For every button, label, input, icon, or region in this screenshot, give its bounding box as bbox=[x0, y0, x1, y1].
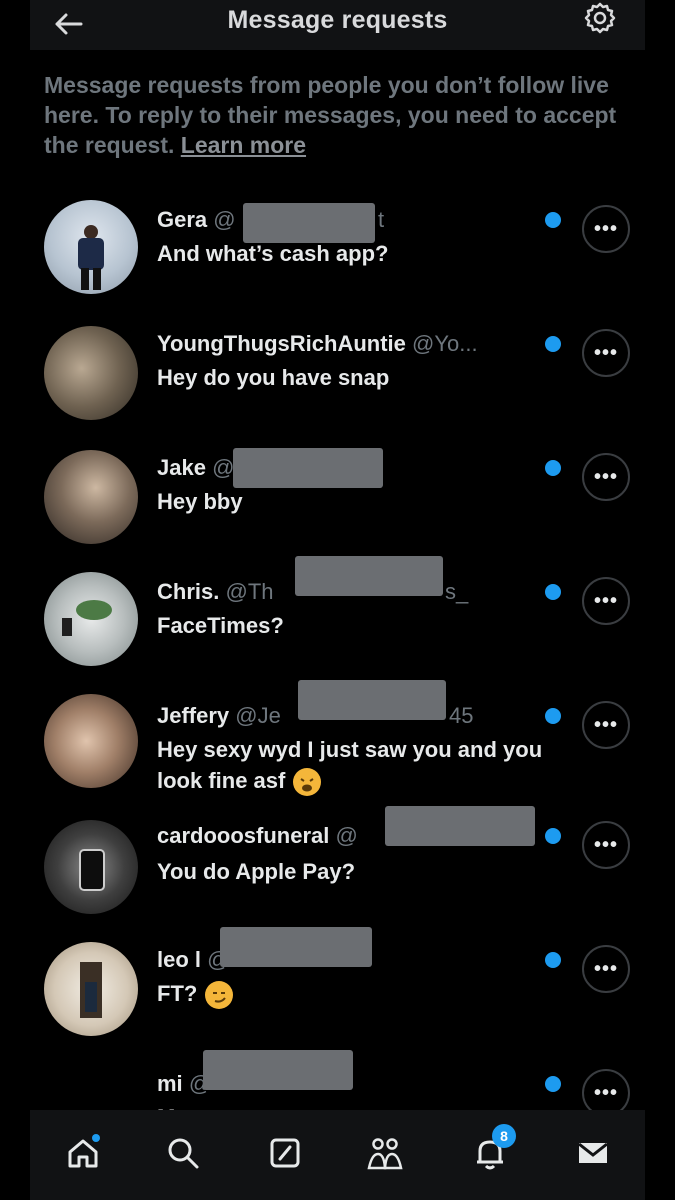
sender-name: Gera bbox=[157, 207, 208, 232]
notification-badge: 8 bbox=[492, 1124, 516, 1148]
home-notification-dot bbox=[92, 1134, 100, 1142]
requests-info-text: Message requests from people you don’t f… bbox=[44, 72, 617, 158]
list-item[interactable]: Jake @ Hey bby ••• bbox=[0, 438, 675, 562]
more-options-button[interactable]: ••• bbox=[582, 821, 630, 869]
message-preview: Hey bby bbox=[157, 489, 243, 514]
more-icon: ••• bbox=[593, 341, 618, 364]
sender-name: mi bbox=[157, 1071, 183, 1096]
more-options-button[interactable]: ••• bbox=[582, 701, 630, 749]
more-icon: ••• bbox=[593, 465, 618, 488]
unread-dot bbox=[545, 336, 561, 352]
avatar[interactable] bbox=[44, 450, 138, 544]
more-icon: ••• bbox=[593, 833, 618, 856]
unread-dot bbox=[545, 212, 561, 228]
sender-handle: @ bbox=[335, 823, 358, 848]
request-header: cardooosfuneral @ bbox=[157, 823, 358, 849]
sender-handle-end: t bbox=[378, 207, 385, 232]
more-options-button[interactable]: ••• bbox=[582, 453, 630, 501]
redaction-box bbox=[298, 680, 446, 720]
unread-dot bbox=[545, 460, 561, 476]
communities-icon bbox=[367, 1138, 403, 1170]
unread-dot bbox=[545, 828, 561, 844]
message-preview: Hey sexy wyd I just saw you and you look… bbox=[157, 734, 557, 797]
sender-name: leo l bbox=[157, 947, 202, 972]
request-header: Chris. @Th bbox=[157, 579, 274, 605]
nav-messages[interactable] bbox=[568, 1128, 618, 1178]
top-bar: Message requests bbox=[30, 0, 645, 50]
sender-name: Jeffery bbox=[157, 703, 230, 728]
message-preview: And what’s cash app? bbox=[157, 241, 389, 266]
nav-communities[interactable] bbox=[360, 1128, 410, 1178]
sender-handle: @Yo... bbox=[412, 331, 478, 356]
message-text: FT? bbox=[157, 981, 198, 1006]
weary-face-emoji-icon bbox=[293, 768, 322, 797]
sender-name: cardooosfuneral bbox=[157, 823, 330, 848]
more-icon: ••• bbox=[593, 1081, 618, 1104]
compose-icon bbox=[270, 1138, 300, 1168]
avatar[interactable] bbox=[44, 942, 138, 1036]
more-options-button[interactable]: ••• bbox=[582, 945, 630, 993]
redaction-box bbox=[233, 448, 383, 488]
sender-handle-end: s_ bbox=[445, 579, 469, 604]
nav-search[interactable] bbox=[158, 1128, 208, 1178]
sender-name: YoungThugsRichAuntie bbox=[157, 331, 406, 356]
request-header: Jake @ bbox=[157, 455, 234, 481]
more-options-button[interactable]: ••• bbox=[582, 577, 630, 625]
avatar[interactable] bbox=[44, 820, 138, 914]
avatar[interactable] bbox=[44, 694, 138, 788]
list-item[interactable]: Chris. @Th s_ FaceTimes? ••• bbox=[0, 556, 675, 686]
redaction-box bbox=[220, 927, 372, 967]
avatar[interactable] bbox=[44, 200, 138, 294]
message-preview: You do Apple Pay? bbox=[157, 859, 356, 884]
more-icon: ••• bbox=[593, 589, 618, 612]
sender-handle-end: 45 bbox=[449, 703, 474, 728]
smirk-face-emoji-icon bbox=[205, 981, 234, 1010]
sender-handle: @ bbox=[212, 455, 235, 480]
list-item[interactable]: leo l @ FT? ••• bbox=[0, 927, 675, 1058]
more-icon: ••• bbox=[593, 217, 618, 240]
request-header: YoungThugsRichAuntie @Yo... bbox=[157, 331, 478, 357]
list-item[interactable]: YoungThugsRichAuntie @Yo... Hey do you h… bbox=[0, 314, 675, 438]
envelope-icon bbox=[578, 1142, 608, 1163]
request-header: Gera @ bbox=[157, 207, 236, 233]
nav-compose[interactable] bbox=[260, 1128, 310, 1178]
message-preview: FT? bbox=[157, 978, 557, 1010]
request-header: Jeffery @Je bbox=[157, 703, 281, 729]
requests-info: Message requests from people you don’t f… bbox=[44, 70, 634, 160]
redaction-box bbox=[385, 806, 535, 846]
unread-dot bbox=[545, 708, 561, 724]
redaction-box bbox=[295, 556, 443, 596]
list-item[interactable]: Gera @ t And what’s cash app? ••• bbox=[0, 190, 675, 314]
avatar[interactable] bbox=[44, 572, 138, 666]
nav-notifications[interactable]: 8 bbox=[465, 1124, 516, 1178]
gear-icon bbox=[584, 2, 616, 34]
bottom-nav: 8 bbox=[30, 1110, 645, 1200]
more-icon: ••• bbox=[593, 713, 618, 736]
search-icon bbox=[168, 1138, 199, 1169]
message-preview: Hey do you have snap bbox=[157, 365, 390, 390]
request-header: leo l @ bbox=[157, 947, 229, 973]
more-options-button[interactable]: ••• bbox=[582, 205, 630, 253]
unread-dot bbox=[545, 952, 561, 968]
learn-more-link[interactable]: Learn more bbox=[181, 132, 306, 158]
page-title: Message requests bbox=[227, 6, 448, 34]
unread-dot bbox=[545, 584, 561, 600]
list-item[interactable]: cardooosfuneral @ You do Apple Pay? ••• bbox=[0, 806, 675, 934]
sender-name: Chris. bbox=[157, 579, 220, 604]
sender-name: Jake bbox=[157, 455, 206, 480]
nav-home[interactable] bbox=[58, 1128, 108, 1178]
avatar[interactable] bbox=[44, 326, 138, 420]
message-text: Hey sexy wyd I just saw you and you look… bbox=[157, 737, 543, 793]
sender-handle: @ bbox=[213, 207, 236, 232]
sender-handle: @Th bbox=[225, 579, 274, 604]
redaction-box bbox=[203, 1050, 353, 1090]
settings-button[interactable] bbox=[580, 0, 620, 36]
more-icon: ••• bbox=[593, 957, 618, 980]
unread-dot bbox=[545, 1076, 561, 1092]
more-options-button[interactable]: ••• bbox=[582, 329, 630, 377]
redaction-box bbox=[243, 203, 375, 243]
list-item[interactable]: Jeffery @Je 45 Hey sexy wyd I just saw y… bbox=[0, 680, 675, 826]
message-preview: FaceTimes? bbox=[157, 613, 284, 638]
sender-handle: @Je bbox=[235, 703, 281, 728]
